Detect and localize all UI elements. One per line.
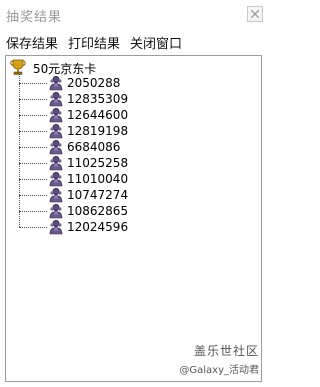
user-icon bbox=[49, 107, 63, 123]
menu-item-close-window[interactable]: 关闭窗口 bbox=[130, 33, 182, 52]
user-icon bbox=[49, 75, 63, 91]
tree-child-label: 12644600 bbox=[67, 108, 129, 122]
tree-child-label: 11010040 bbox=[67, 172, 129, 186]
user-icon bbox=[49, 139, 63, 155]
tree-connector-line bbox=[19, 74, 20, 227]
tree-branch-line bbox=[19, 131, 47, 132]
tree-branch-line bbox=[19, 99, 47, 100]
tree-child-label: 10862865 bbox=[67, 204, 129, 218]
tree-child-label: 12835309 bbox=[67, 92, 129, 106]
user-icon bbox=[49, 187, 63, 203]
menu-item-print-results[interactable]: 打印结果 bbox=[68, 33, 120, 52]
watermark-line-1: 盖乐世社区 bbox=[193, 344, 259, 358]
tree-branch-line bbox=[19, 115, 47, 116]
user-icon bbox=[49, 155, 63, 171]
tree-branch-line bbox=[19, 227, 47, 228]
results-tree[interactable]: 50元京东卡 2050288 12835309 12644600 12819198 66… bbox=[5, 55, 262, 382]
tree-child-label: 10747274 bbox=[67, 188, 129, 202]
user-icon bbox=[49, 219, 63, 235]
lottery-result-window: 抽奖结果 保存结果 打印结果 关闭窗口 50元京东卡 2050288 128353… bbox=[0, 0, 265, 387]
trophy-icon bbox=[10, 59, 26, 75]
close-icon bbox=[251, 10, 259, 18]
tree-root-label: 50元京东卡 bbox=[33, 62, 97, 76]
menu-bar: 保存结果 打印结果 关闭窗口 bbox=[0, 30, 265, 52]
tree-branch-line bbox=[19, 163, 47, 164]
window-title: 抽奖结果 bbox=[6, 10, 63, 25]
tree-branch-line bbox=[19, 179, 47, 180]
user-icon bbox=[49, 123, 63, 139]
tree-branch-line bbox=[19, 195, 47, 196]
close-window-button[interactable] bbox=[247, 6, 263, 22]
tree-branch-line bbox=[19, 83, 47, 84]
tree-child-label: 6684086 bbox=[67, 140, 121, 154]
tree-child-label: 2050288 bbox=[67, 76, 121, 90]
tree-branch-line bbox=[19, 211, 47, 212]
title-bar: 抽奖结果 bbox=[0, 0, 265, 30]
user-icon bbox=[49, 203, 63, 219]
watermark: 盖乐世社区 @Galaxy_活动君 bbox=[179, 342, 259, 376]
user-icon bbox=[49, 171, 63, 187]
tree-branch-line bbox=[19, 147, 47, 148]
watermark-line-2: @Galaxy_活动君 bbox=[179, 365, 259, 376]
user-icon bbox=[49, 91, 63, 107]
menu-item-save-results[interactable]: 保存结果 bbox=[6, 33, 58, 52]
tree-child-label: 12819198 bbox=[67, 124, 129, 138]
tree-child-label: 12024596 bbox=[67, 220, 129, 234]
tree-child-label: 11025258 bbox=[67, 156, 129, 170]
